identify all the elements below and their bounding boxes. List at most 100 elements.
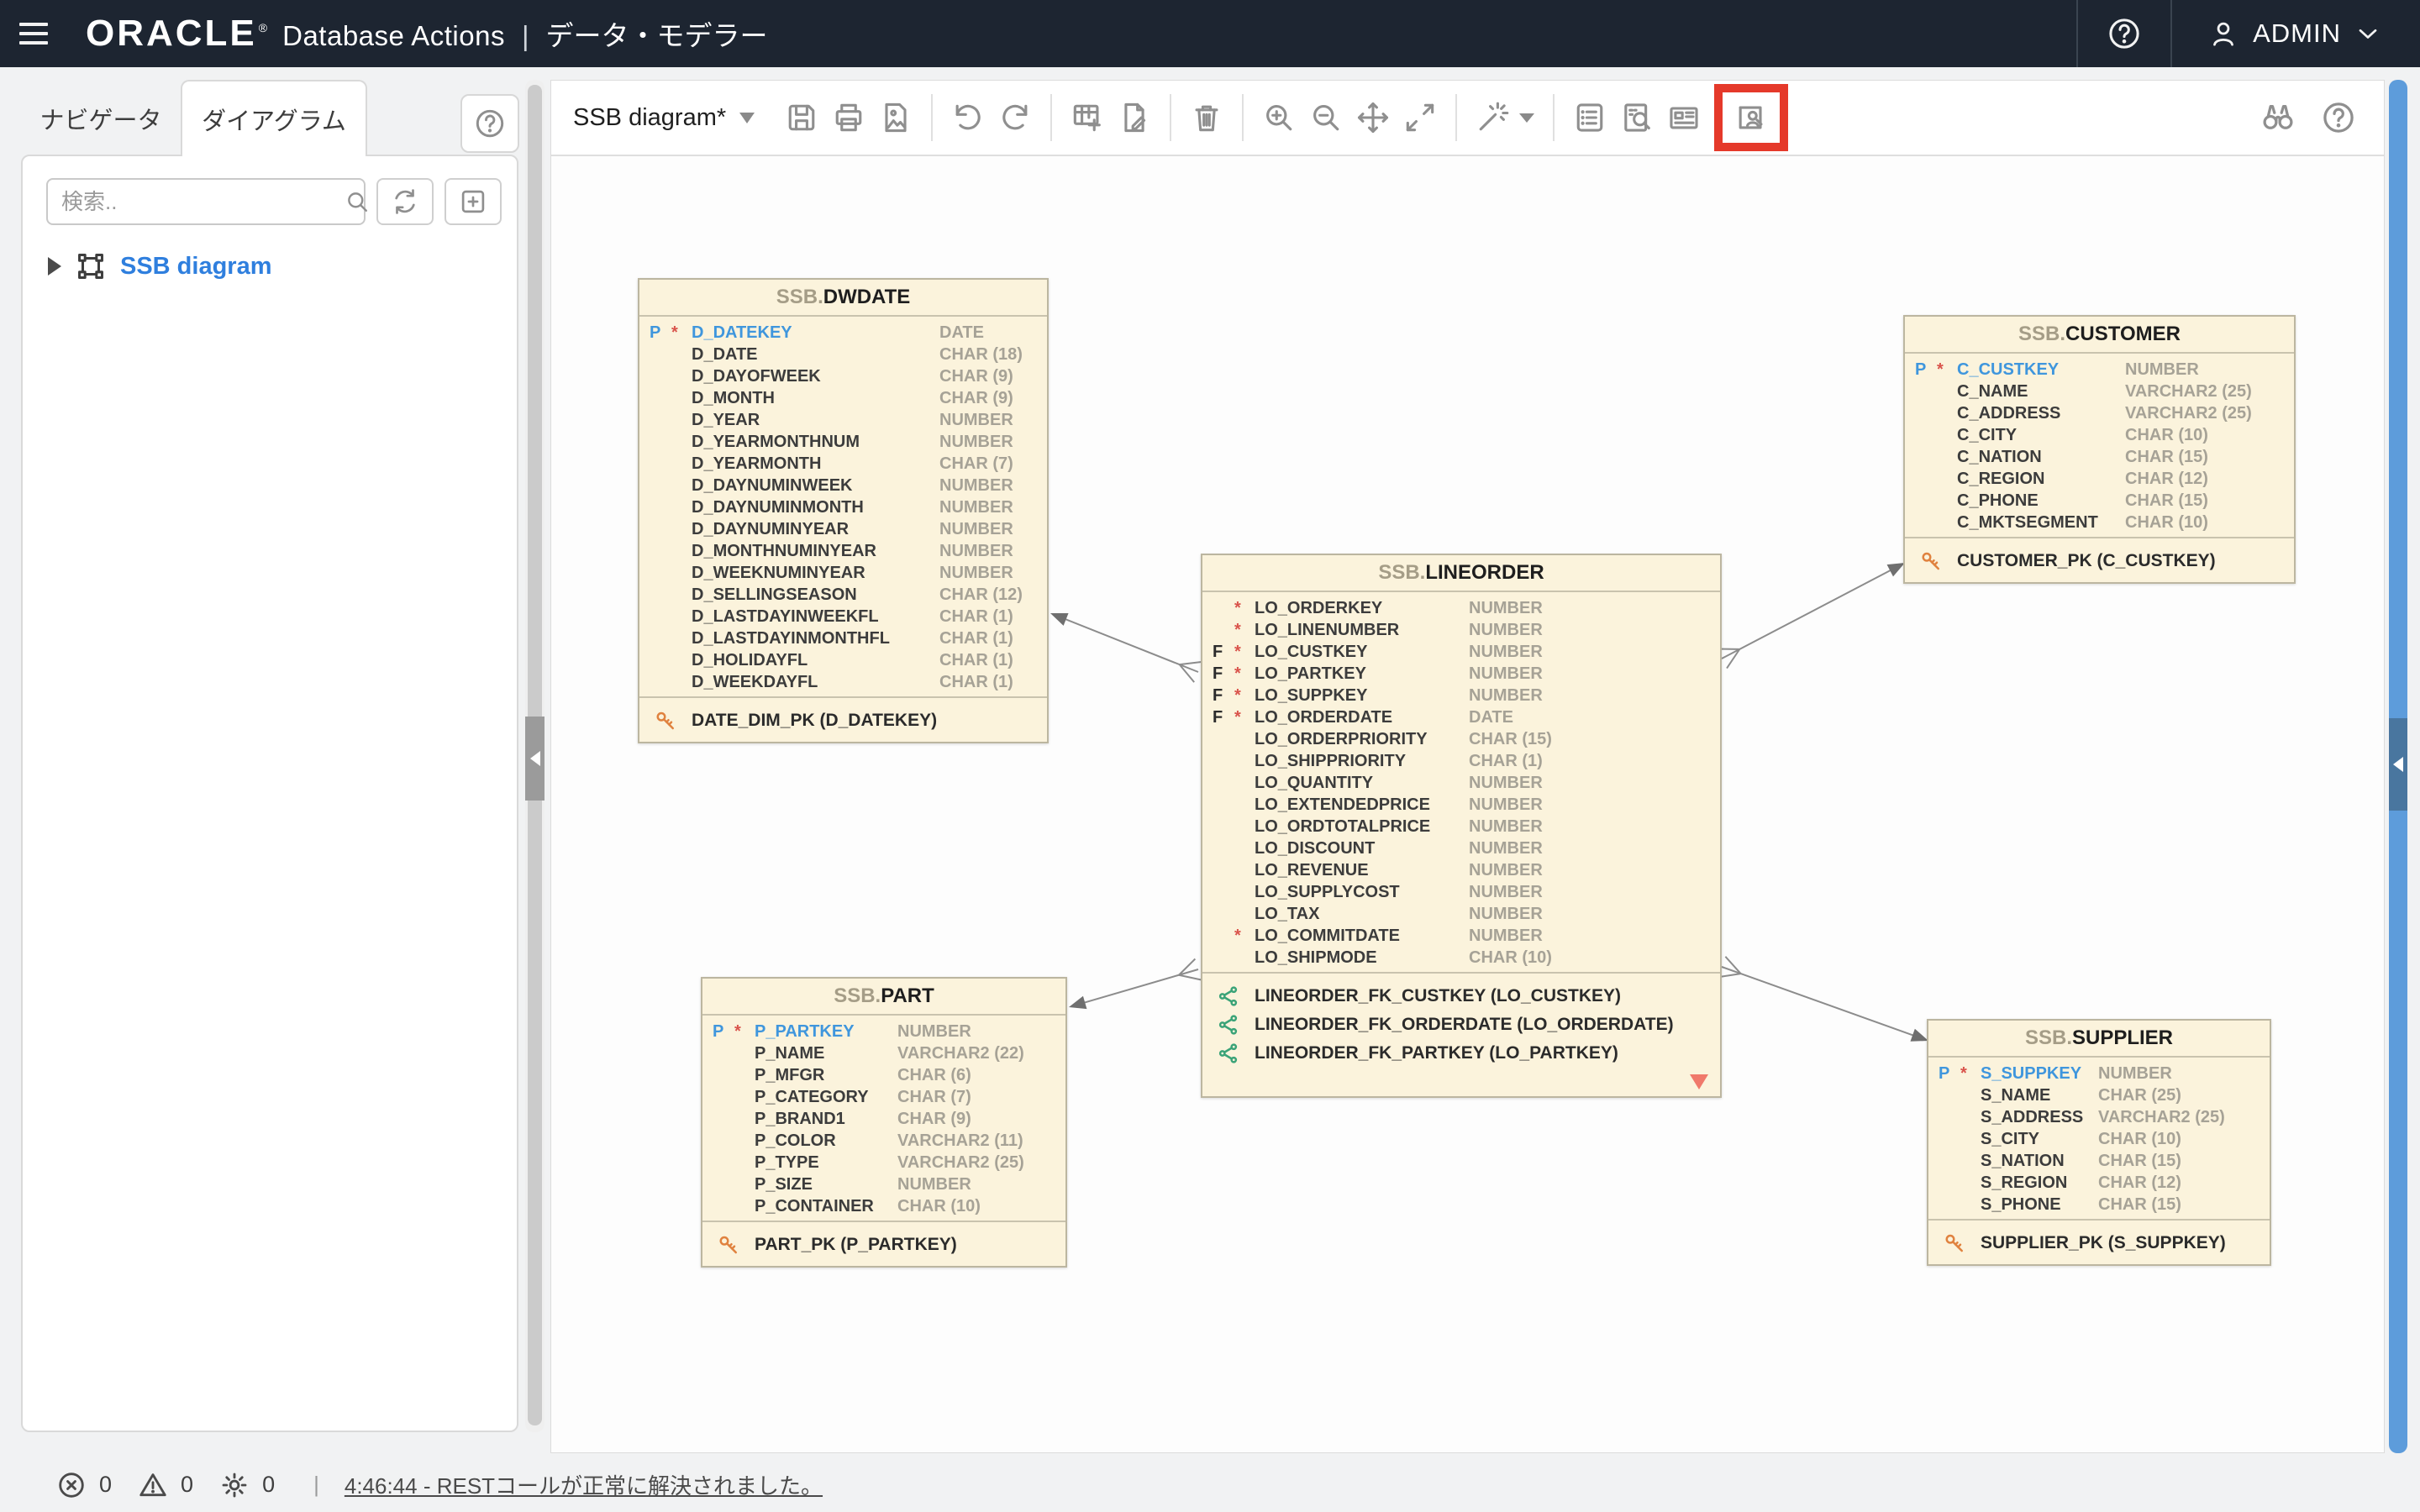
table-title: SSB.DWDATE <box>639 280 1047 317</box>
table-title: SSB.PART <box>702 979 1065 1016</box>
column-row: D_DAYNUMINMONTHNUMBER <box>639 496 1047 518</box>
print-icon <box>830 99 867 136</box>
print-button[interactable] <box>825 94 872 141</box>
auto-layout-button[interactable] <box>1469 94 1516 141</box>
column-row: D_YEARNUMBER <box>639 409 1047 431</box>
auto-layout-caret-icon[interactable] <box>1519 113 1534 123</box>
column-row: *LO_COMMITDATENUMBER <box>1202 925 1720 947</box>
table-keys-section: CUSTOMER_PK (C_CUSTKEY) <box>1905 537 2294 582</box>
top-bar: ORACLE ® Database Actions | データ・モデラー ADM… <box>0 0 2420 67</box>
er-table-customer[interactable]: SSB.CUSTOMERP*C_CUSTKEYNUMBERC_NAMEVARCH… <box>1903 315 2296 584</box>
warnings-icon[interactable] <box>137 1469 169 1501</box>
edit-object-button[interactable] <box>1111 94 1158 141</box>
diagram-select-caret-icon[interactable] <box>739 113 755 123</box>
diagram-tree-panel: SSB diagram <box>21 155 518 1432</box>
zoom-in-icon <box>1260 99 1297 136</box>
primary-key-row: PART_PK (P_PARTKEY) <box>702 1231 1065 1259</box>
er-table-lineorder[interactable]: SSB.LINEORDER*LO_ORDERKEYNUMBER*LO_LINEN… <box>1201 554 1722 1098</box>
connector-lineorder-dwdate[interactable] <box>1050 613 1202 682</box>
connector-lineorder-customer[interactable] <box>1717 563 1905 669</box>
toolbar-separator <box>1170 94 1171 141</box>
menu-icon[interactable] <box>0 0 67 67</box>
column-row: C_MKTSEGMENTCHAR (10) <box>1905 512 2294 533</box>
user-icon <box>2206 16 2241 51</box>
undo-icon <box>950 99 986 136</box>
tree-item-ssb-diagram[interactable]: SSB diagram <box>48 250 272 282</box>
binoculars-button[interactable] <box>2254 94 2302 141</box>
tab-diagrams[interactable]: ダイアグラム <box>181 80 367 156</box>
column-row: C_NATIONCHAR (15) <box>1905 446 2294 468</box>
column-row: P_COLORVARCHAR2 (11) <box>702 1130 1065 1152</box>
fit-screen-button[interactable] <box>1397 94 1444 141</box>
column-row: P*C_CUSTKEYNUMBER <box>1905 359 2294 381</box>
expand-arrow-icon <box>2393 757 2403 772</box>
toolbar-separator <box>1455 94 1457 141</box>
arrowhead-icon <box>1069 996 1086 1009</box>
collapse-left-panel-handle[interactable] <box>525 717 544 801</box>
diagram-region: SSB diagram* SSB.DWDATEP*D_DATEKEYDATED_… <box>550 80 2385 1453</box>
zoom-out-button[interactable] <box>1302 94 1349 141</box>
save-icon <box>783 99 820 136</box>
view-doc-search-button[interactable] <box>1613 94 1660 141</box>
column-row: C_CITYCHAR (10) <box>1905 424 2294 446</box>
panel-help-button[interactable] <box>460 94 519 153</box>
column-row: F*LO_PARTKEYNUMBER <box>1202 663 1720 685</box>
column-row: D_DAYOFWEEKCHAR (9) <box>639 365 1047 387</box>
undo-button[interactable] <box>944 94 992 141</box>
right-panel-collapsed-strip[interactable] <box>2389 80 2407 1453</box>
save-button[interactable] <box>778 94 825 141</box>
diagram-canvas[interactable]: SSB.DWDATEP*D_DATEKEYDATED_DATECHAR (18)… <box>551 156 2384 1452</box>
refresh-button[interactable] <box>376 178 434 225</box>
connector-lineorder-part[interactable] <box>1069 959 1202 1010</box>
status-message-link[interactable]: 4:46:44 - RESTコールが正常に解決されました。 <box>345 1469 823 1500</box>
edit-object-icon <box>1116 99 1153 136</box>
processes-icon[interactable] <box>218 1469 250 1501</box>
connector-lineorder-supplier[interactable] <box>1718 957 1928 1042</box>
column-row: D_MONTHCHAR (9) <box>639 387 1047 409</box>
delete-button[interactable] <box>1183 94 1230 141</box>
view-doc-search-icon <box>1618 99 1655 136</box>
tree-item-label[interactable]: SSB diagram <box>120 253 272 281</box>
column-row: D_MONTHNUMINYEARNUMBER <box>639 540 1047 562</box>
view-doc-report-icon <box>1733 99 1770 136</box>
expand-right-panel-handle[interactable] <box>2389 718 2407 811</box>
foreign-key-row: LINEORDER_FK_ORDERDATE (LO_ORDERDATE) <box>1202 1011 1720 1039</box>
diagram-title[interactable]: SSB diagram* <box>573 104 726 132</box>
column-row: C_ADDRESSVARCHAR2 (25) <box>1905 402 2294 424</box>
user-menu[interactable]: ADMIN <box>2172 0 2420 67</box>
column-row: LO_SHIPPRIORITYCHAR (1) <box>1202 750 1720 772</box>
table-title: SSB.SUPPLIER <box>1928 1021 2270 1058</box>
redo-button[interactable] <box>992 94 1039 141</box>
help-button[interactable] <box>2078 0 2170 67</box>
errors-icon[interactable] <box>55 1469 87 1501</box>
column-row: C_PHONECHAR (15) <box>1905 490 2294 512</box>
zoom-out-icon <box>1307 99 1344 136</box>
column-row: LO_DISCOUNTNUMBER <box>1202 837 1720 859</box>
column-row: D_LASTDAYINMONTHFLCHAR (1) <box>639 627 1047 649</box>
search-input[interactable] <box>61 189 343 215</box>
column-row: F*LO_CUSTKEYNUMBER <box>1202 641 1720 663</box>
help-icon <box>472 106 508 141</box>
er-table-dwdate[interactable]: SSB.DWDATEP*D_DATEKEYDATED_DATECHAR (18)… <box>638 278 1049 743</box>
view-list-button[interactable] <box>1566 94 1613 141</box>
add-diagram-button[interactable] <box>445 178 502 225</box>
tab-navigator[interactable]: ナビゲータ <box>25 80 176 156</box>
left-panel-scrollbar[interactable] <box>525 80 544 1432</box>
column-row: P_TYPEVARCHAR2 (25) <box>702 1152 1065 1173</box>
help-button[interactable] <box>2315 94 2362 141</box>
oracle-logo: ORACLE <box>86 13 257 55</box>
pan-button[interactable] <box>1349 94 1397 141</box>
view-doc-report-button[interactable] <box>1728 94 1775 141</box>
more-content-indicator-icon[interactable] <box>1690 1074 1708 1089</box>
status-divider: | <box>313 1472 319 1498</box>
column-row: P_MFGRCHAR (6) <box>702 1064 1065 1086</box>
arrowhead-icon <box>1050 613 1069 626</box>
er-table-part[interactable]: SSB.PARTP*P_PARTKEYNUMBERP_NAMEVARCHAR2 … <box>701 977 1067 1268</box>
expand-caret-icon[interactable] <box>48 257 61 276</box>
column-row: P_NAMEVARCHAR2 (22) <box>702 1042 1065 1064</box>
add-table-button[interactable] <box>1064 94 1111 141</box>
export-image-button[interactable] <box>872 94 919 141</box>
er-table-supplier[interactable]: SSB.SUPPLIERP*S_SUPPKEYNUMBERS_NAMECHAR … <box>1927 1019 2271 1266</box>
zoom-in-button[interactable] <box>1255 94 1302 141</box>
view-card-button[interactable] <box>1660 94 1707 141</box>
